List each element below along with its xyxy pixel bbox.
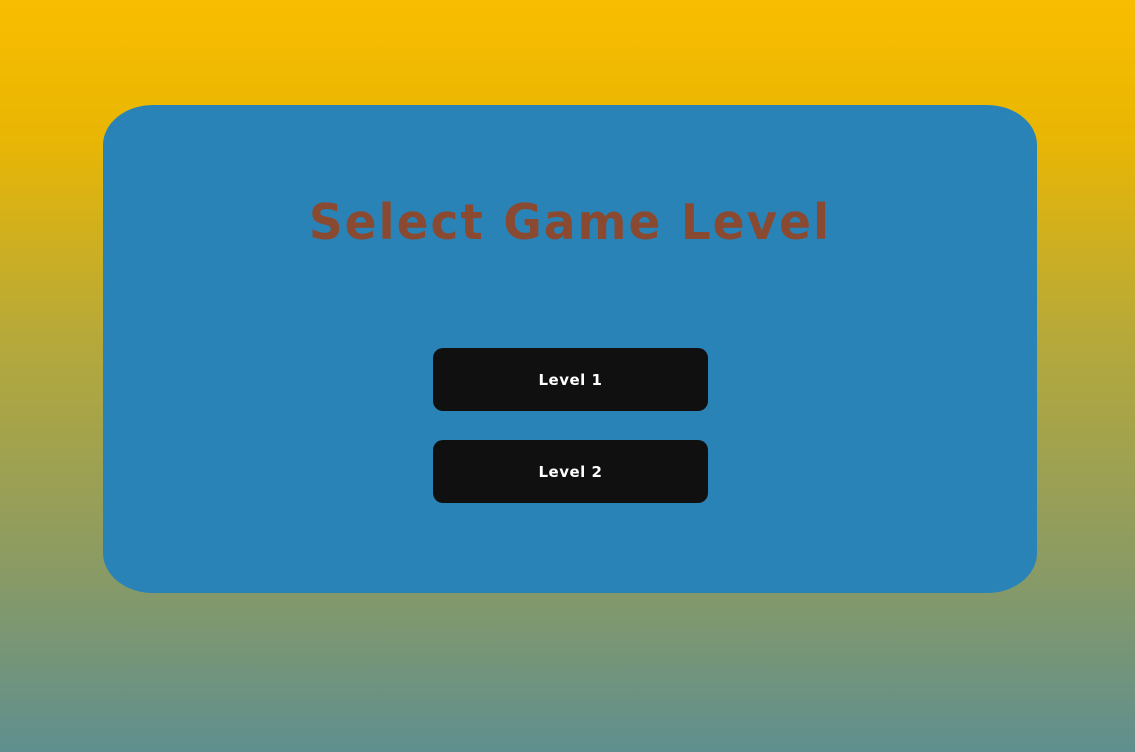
page-title: Select Game Level [308,193,832,252]
level-select-panel: Select Game Level Level 1 Level 2 [103,105,1037,593]
level-1-button[interactable]: Level 1 [433,348,708,411]
level-2-button[interactable]: Level 2 [433,440,708,503]
